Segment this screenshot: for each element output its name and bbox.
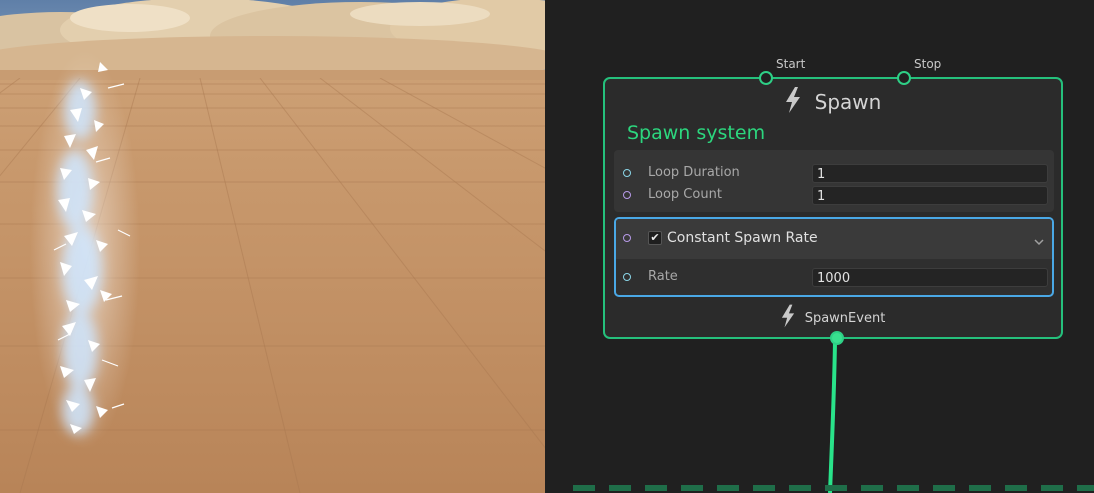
scene-viewport[interactable] bbox=[0, 0, 545, 493]
loop-duration-field[interactable]: 1 bbox=[812, 164, 1048, 183]
node-subtitle: Spawn system bbox=[627, 122, 766, 144]
spawn-event-output-port[interactable] bbox=[830, 331, 844, 345]
rate-field[interactable]: 1000 bbox=[812, 268, 1048, 287]
start-input-port[interactable] bbox=[759, 71, 773, 85]
block-activation-pin[interactable] bbox=[623, 234, 631, 242]
lightning-bolt-icon bbox=[781, 304, 795, 332]
stop-input-port[interactable] bbox=[897, 71, 911, 85]
spawn-settings-block: Loop Duration 1 Loop Count 1 bbox=[614, 150, 1054, 212]
node-header: Spawn bbox=[605, 87, 1061, 117]
block-title: Constant Spawn Rate bbox=[667, 230, 818, 246]
loop-count-label: Loop Count bbox=[648, 187, 722, 202]
start-port-label: Start bbox=[776, 57, 806, 71]
loop-duration-pin[interactable] bbox=[623, 169, 631, 177]
node-footer: SpawnEvent bbox=[605, 304, 1061, 332]
loop-count-pin[interactable] bbox=[623, 191, 631, 199]
rate-label: Rate bbox=[648, 269, 678, 284]
lightning-bolt-icon bbox=[785, 87, 801, 117]
block-enabled-checkbox[interactable]: ✔ bbox=[648, 231, 662, 245]
spawn-context-node[interactable]: Start Stop Spawn Spawn system Loop Durat… bbox=[603, 57, 1063, 345]
loop-count-field[interactable]: 1 bbox=[812, 186, 1048, 205]
rate-pin[interactable] bbox=[623, 273, 631, 281]
vfx-graph-view[interactable]: Start Stop Spawn Spawn system Loop Durat… bbox=[545, 0, 1094, 493]
constant-spawn-rate-block[interactable]: ✔ Constant Spawn Rate Rate 1000 bbox=[614, 217, 1054, 297]
stop-port-label: Stop bbox=[914, 57, 942, 71]
loop-duration-label: Loop Duration bbox=[648, 165, 740, 180]
spawn-event-label: SpawnEvent bbox=[804, 310, 886, 326]
chevron-down-icon[interactable] bbox=[1033, 233, 1045, 252]
particle-effect bbox=[30, 50, 140, 450]
node-title: Spawn bbox=[814, 90, 882, 114]
